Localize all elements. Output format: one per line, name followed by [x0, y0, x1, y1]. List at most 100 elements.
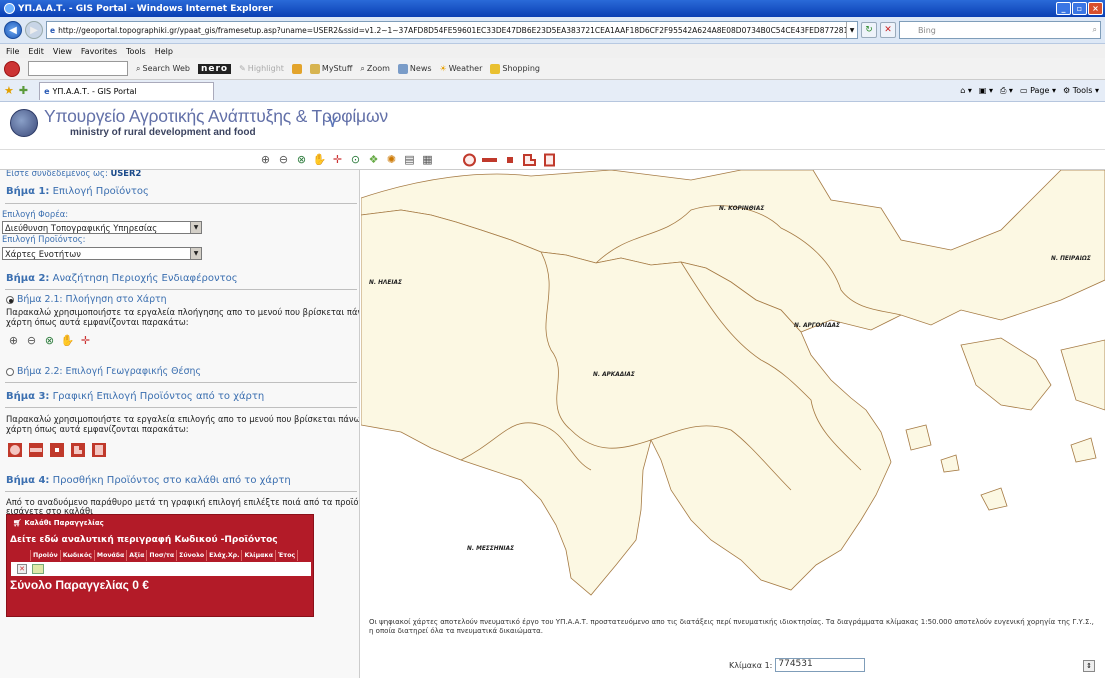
stop-button[interactable]: ✕ [880, 22, 896, 38]
zoom-in-icon[interactable]: ⊕ [258, 152, 273, 167]
product-select[interactable]: Χάρτες Ενοτήτων ▼ [2, 247, 202, 260]
step21-option[interactable]: Βήμα 2.1: Πλοήγηση στο Χάρτη [6, 294, 167, 305]
news-icon [397, 63, 408, 74]
step3-heading: Βήμα 3: Γραφική Επιλογή Προϊόντος από το… [6, 391, 265, 402]
scale-input[interactable]: 774531 [775, 658, 866, 672]
cart-icon: 🛒︎ [13, 519, 22, 527]
close-button[interactable]: × [1088, 2, 1103, 15]
cart-col: Σύνολο [177, 550, 208, 561]
print-map-icon[interactable]: ▤ [402, 152, 417, 167]
favorites-star-icon[interactable]: ★ [4, 84, 14, 97]
legend-icon[interactable]: ▦ [420, 152, 435, 167]
map-preview-icon[interactable] [32, 564, 44, 574]
step1-heading: Βήμα 1: Επιλογή Προϊόντος [6, 186, 149, 197]
divider [5, 289, 357, 290]
home-icon[interactable]: ⌂ ▾ [960, 86, 972, 95]
select-rectangle-icon [90, 442, 107, 458]
menu-file[interactable]: File [6, 47, 19, 56]
ministry-subtitle: ministry of rural development and food [70, 127, 256, 138]
step22-option[interactable]: Βήμα 2.2: Επιλογή Γεωγραφικής Θέσης [6, 366, 201, 377]
menu-tools[interactable]: Tools [126, 47, 146, 56]
address-bar: ◀ ▶ e http://geoportal.topographiki.gr/y… [0, 17, 1105, 44]
step3-desc: Παρακαλώ χρησιμοποιήστε τα εργαλεία επιλ… [6, 414, 360, 424]
menu-bar: File Edit View Favorites Tools Help [0, 44, 1105, 58]
search-web-button[interactable]: ⌕ Search Web [136, 64, 190, 74]
url-input[interactable]: e http://geoportal.topographiki.gr/ypaat… [46, 21, 858, 39]
layers-icon[interactable]: ❖ [366, 152, 381, 167]
back-button[interactable]: ◀ [4, 21, 22, 39]
forward-button[interactable]: ▶ [25, 21, 43, 39]
expand-icon[interactable]: ⇕ [1083, 660, 1095, 672]
mystuff-button[interactable]: MyStuff [309, 63, 352, 74]
map-view[interactable]: Ν. ΚΟΡΙΝΘΙΑΣ Ν. ΠΕΙΡΑΙΩΣ Ν. ΗΛΕΙΑΣ Ν. ΑΡ… [361, 170, 1105, 678]
island [980, 487, 1008, 511]
menu-view[interactable]: View [53, 47, 72, 56]
select-polygon-icon[interactable] [521, 152, 538, 168]
cart-col-spacer [11, 550, 31, 561]
search-icon[interactable]: ⌕ [1093, 25, 1097, 35]
nero-logo[interactable]: nero [197, 63, 232, 74]
search-input[interactable]: Bing ⌕ [899, 21, 1101, 39]
remove-item-icon[interactable]: ✕ [17, 564, 27, 574]
ministry-emblem-icon [10, 109, 38, 137]
menu-favorites[interactable]: Favorites [81, 47, 117, 56]
divider [5, 491, 357, 492]
highlight-button[interactable]: ✎ Highlight [239, 64, 284, 73]
zoom-extent-icon[interactable]: ⊗ [294, 152, 309, 167]
map-toolbar: ⊕ ⊖ ⊗ ✋ ✛ ⊙ ❖ ✺ ▤ ▦ [0, 150, 1105, 170]
cart-col: Μονάδα [95, 550, 128, 561]
go-button[interactable]: ↻ [861, 22, 877, 38]
zoom-out-icon: ⊖ [26, 334, 37, 347]
agency-select[interactable]: Διεύθυνση Τοπογραφικής Υπηρεσίας ▼ [2, 221, 202, 234]
full-extent-icon[interactable]: ⊙ [348, 152, 363, 167]
menu-edit[interactable]: Edit [28, 47, 44, 56]
tab-gis-portal[interactable]: e ΥΠ.Α.Α.Τ. - GIS Portal [39, 81, 215, 100]
print-icon[interactable]: ⎙ ▾ [1000, 86, 1013, 96]
cart-col: Αξία [127, 550, 148, 561]
cart-col: Προϊόν [31, 550, 61, 561]
add-favorites-icon[interactable]: ✚ [19, 84, 28, 97]
step22-radio[interactable] [6, 367, 14, 376]
island [1060, 339, 1105, 411]
identify-crosshair-icon: ✛ [80, 334, 91, 347]
news-button[interactable]: News [397, 63, 432, 74]
restore-button[interactable]: ▫ [1072, 2, 1087, 15]
chevron-down-icon: ▼ [190, 222, 201, 233]
tools-menu[interactable]: ⚙ Tools ▾ [1063, 86, 1099, 95]
cart-col: Ποσ/τα [147, 550, 178, 561]
select-rectangle-icon[interactable] [541, 152, 558, 168]
url-dropdown-icon[interactable]: ▼ [846, 22, 857, 38]
feeds-icon[interactable]: ▣ ▾ [979, 86, 993, 95]
select-circle-icon[interactable] [461, 152, 478, 168]
weather-button[interactable]: ☀ Weather [440, 64, 483, 73]
island [1070, 437, 1097, 463]
map-label: Ν. ΑΡΚΑΔΙΑΣ [593, 372, 635, 378]
zoom-out-icon[interactable]: ⊖ [276, 152, 291, 167]
weather-icon: ☀ [439, 64, 447, 73]
ask-logo-icon[interactable] [4, 60, 20, 77]
identify-crosshair-icon[interactable]: ✛ [330, 152, 345, 167]
site-header: Υπουργείο Αγροτικής Ανάπτυξης & Τροφίμων… [0, 102, 1105, 150]
select-point-icon [48, 442, 65, 458]
map-canvas[interactable] [361, 170, 1105, 678]
agency-label: Επιλογή Φορέα: [2, 209, 69, 219]
step21-radio[interactable] [6, 295, 14, 304]
zoom-button[interactable]: ⌕ Zoom [360, 64, 390, 74]
pan-hand-icon[interactable]: ✋ [312, 152, 327, 167]
divider [5, 203, 357, 204]
cart-heading[interactable]: Δείτε εδώ αναλυτική περιγραφή Κωδικού -Π… [10, 535, 278, 545]
browser-toolbar: ⌕ Search Web nero ✎ Highlight MyStuff ⌕ Zoo… [0, 58, 1105, 80]
select-line-icon[interactable] [481, 152, 498, 168]
toolbar-search-input[interactable] [28, 61, 128, 76]
step21-desc-2: χάρτη όπως αυτά εμφανίζονται παρακάτω: [6, 317, 189, 327]
zoom-icon: ⌕ [360, 63, 365, 73]
minimize-button[interactable]: _ [1056, 2, 1071, 15]
select-point-icon[interactable] [501, 152, 518, 168]
menu-help[interactable]: Help [155, 47, 173, 56]
shopping-button[interactable]: Shopping [490, 63, 540, 74]
step2-heading: Βήμα 2: Αναζήτηση Περιοχής Ενδιαφέροντος [6, 273, 238, 284]
refresh-map-icon[interactable]: ✺ [384, 152, 399, 167]
pencil-icon: ✎ [239, 64, 246, 73]
bookmark-button[interactable] [291, 63, 302, 74]
page-menu[interactable]: ▭ Page ▾ [1020, 86, 1056, 95]
